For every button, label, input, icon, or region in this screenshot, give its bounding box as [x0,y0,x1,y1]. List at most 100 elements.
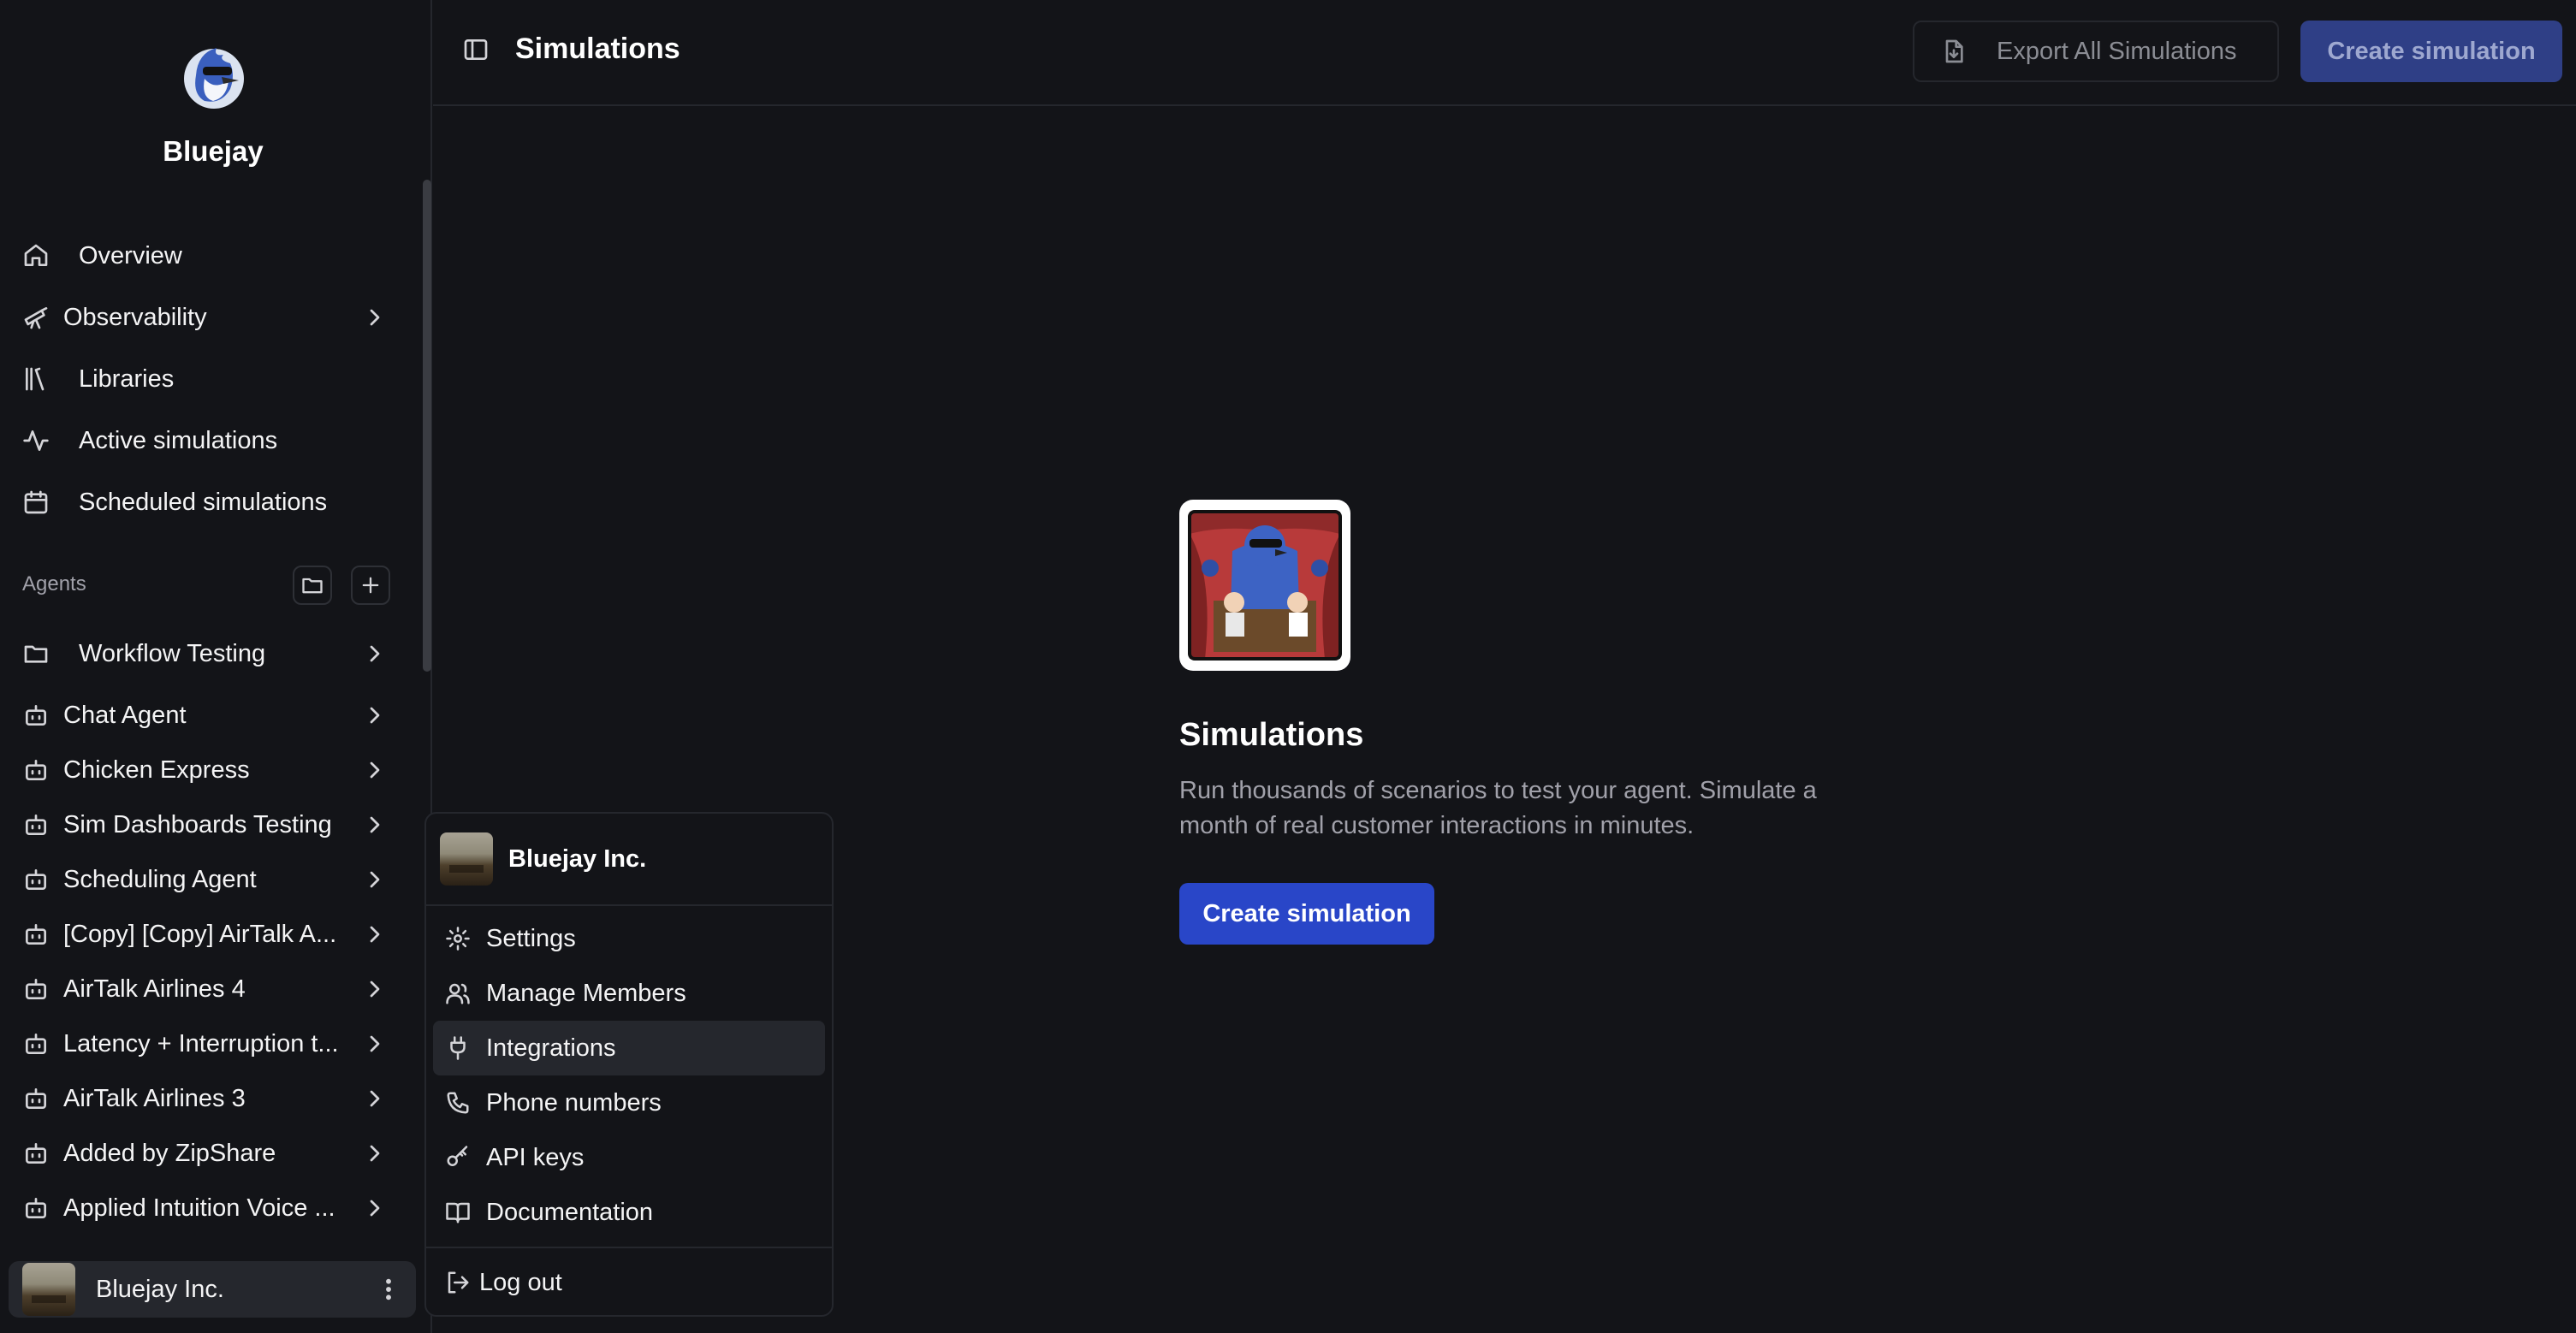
plug-icon [450,1036,466,1060]
nav-active-simulations-label: Active simulations [79,426,278,454]
menu-item-phone-numbers[interactable]: Phone numbers [433,1075,825,1130]
sidebar: Bluejay Overview Observability Libraries… [0,0,432,1333]
account-menu-header: Bluejay Inc. [440,832,646,886]
agent-item[interactable]: AirTalk Airlines 3 [12,1071,399,1126]
chevron-right-icon [370,1035,380,1052]
agent-label: Latency + Interruption t... [63,1029,339,1058]
chevron-right-icon [370,1200,380,1217]
nav-observability-label: Observability [63,303,207,331]
agent-label: Scheduling Agent [63,865,257,893]
agent-label: Chat Agent [63,701,187,729]
gear-icon [446,927,470,951]
page-title: Simulations [515,33,680,65]
folder-icon [24,645,48,663]
agent-label: [Copy] [Copy] AirTalk A... [63,920,337,948]
bot-icon [26,705,46,726]
menu-item-label: Phone numbers [486,1088,662,1117]
book-icon [446,1202,470,1223]
agent-item[interactable]: Latency + Interruption t... [12,1016,399,1071]
agent-item[interactable]: Applied Intuition Voice ... [12,1181,399,1235]
agent-item[interactable]: Scheduling Agent [12,852,399,907]
menu-item-label: Settings [486,924,576,952]
menu-item-settings[interactable]: Settings [433,911,825,966]
menu-divider [426,1247,832,1248]
export-all-label: Export All Simulations [1997,37,2237,65]
bluejay-logo [179,41,249,111]
telescope-icon [24,307,48,329]
menu-item-integrations[interactable]: Integrations [433,1021,825,1075]
simulations-illustration [1179,500,1350,671]
agent-item[interactable]: [Copy] [Copy] AirTalk A... [12,907,399,962]
agent-item[interactable]: AirTalk Airlines 4 [12,962,399,1016]
new-folder-button[interactable] [293,566,332,605]
bot-icon [26,815,46,835]
agent-label: Workflow Testing [79,639,266,667]
users-icon [446,983,470,1004]
create-simulation-button[interactable]: Create simulation [1179,883,1434,945]
nav-overview-label: Overview [79,241,182,270]
menu-item-label: Documentation [486,1198,654,1226]
more-vertical-icon[interactable] [375,1276,402,1303]
bot-icon [26,1198,46,1218]
menu-item-label: Log out [479,1268,562,1296]
agent-label: Chicken Express [63,755,250,784]
agent-label: AirTalk Airlines 3 [63,1084,246,1112]
chevron-right-icon [370,707,380,724]
user-account-button[interactable]: Bluejay Inc. [9,1261,416,1318]
bot-icon [26,1034,46,1054]
agent-item[interactable]: Chicken Express [12,743,399,797]
bot-icon [26,760,46,780]
bot-icon [26,1143,46,1164]
nav-libraries-label: Libraries [79,364,175,393]
menu-item-label: Integrations [486,1034,616,1062]
chevron-right-icon [370,645,380,662]
agent-item[interactable]: Workflow Testing [12,626,399,681]
chevron-right-icon [370,1090,380,1107]
bot-icon [26,924,46,945]
nav-libraries[interactable]: Libraries [12,352,399,406]
agent-label: Applied Intuition Voice ... [63,1194,335,1222]
agent-label: AirTalk Airlines 4 [63,975,246,1003]
chevron-right-icon [370,1145,380,1162]
chevron-right-icon [370,816,380,833]
agent-label: Added by ZipShare [63,1139,276,1167]
menu-item-api-keys[interactable]: API keys [433,1130,825,1185]
file-download-icon [1945,39,1963,63]
nav-active-simulations[interactable]: Active simulations [12,413,399,468]
sidebar-toggle-icon[interactable] [462,36,490,63]
library-icon [26,367,45,391]
create-simulation-header-button[interactable]: Create simulation [2300,21,2562,82]
agent-item[interactable]: Sim Dashboards Testing [12,797,399,852]
add-agent-button[interactable] [351,566,390,605]
menu-item-manage-members[interactable]: Manage Members [433,966,825,1021]
account-menu: Bluejay Inc. Settings Manage Members Int… [424,812,834,1317]
chevron-right-icon [370,980,380,998]
chevron-right-icon [370,761,380,779]
chevron-right-icon [370,309,380,326]
menu-item-label: API keys [486,1143,585,1171]
chevron-right-icon [370,871,380,888]
nav-overview[interactable]: Overview [12,228,399,283]
org-avatar [440,832,493,886]
logout-icon [448,1271,469,1294]
agents-section-label: Agents [22,572,86,595]
footer-org-name: Bluejay Inc. [96,1275,224,1303]
agent-label: Sim Dashboards Testing [63,810,332,838]
bot-icon [26,869,46,890]
key-icon [447,1146,468,1166]
sidebar-scrollbar[interactable] [423,180,431,672]
agent-item[interactable]: Chat Agent [12,688,399,743]
nav-scheduled-simulations[interactable]: Scheduled simulations [12,475,399,530]
menu-item-log-out[interactable]: Log out [433,1255,825,1310]
bot-icon [26,979,46,999]
agent-item[interactable]: Added by ZipShare [12,1126,399,1181]
menu-item-documentation[interactable]: Documentation [433,1185,825,1240]
home-icon [24,244,48,266]
bot-icon [26,1088,46,1109]
brand-name: Bluejay [163,135,264,167]
nav-observability[interactable]: Observability [12,290,399,345]
calendar-icon [24,490,48,514]
chevron-right-icon [370,926,380,943]
account-menu-org-name: Bluejay Inc. [508,844,647,873]
export-all-simulations-button[interactable]: Export All Simulations [1913,21,2279,82]
